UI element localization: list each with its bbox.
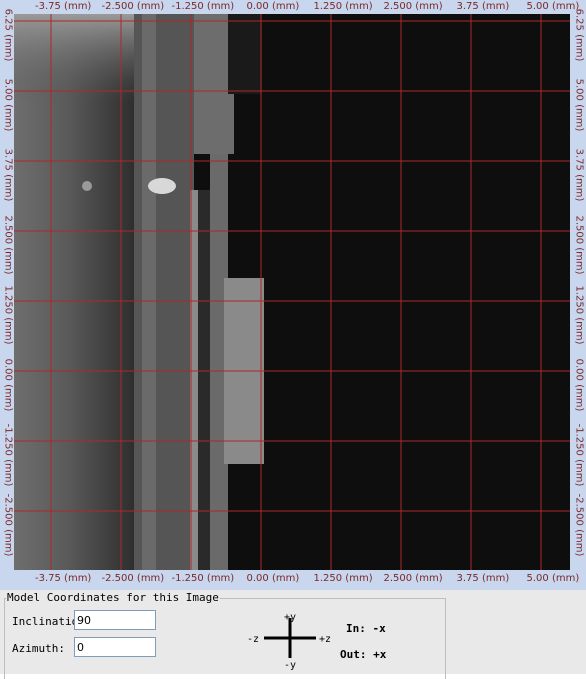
left-tick-label: -1.250 (mm)	[1, 423, 13, 487]
left-tick-label: 6.25 (mm)	[1, 8, 13, 62]
image-viewer[interactable]: -3.75 (mm) -2.500 (mm) -1.250 (mm) 0.00 (mm…	[0, 0, 586, 590]
left-tick-label: 3.75 (mm)	[1, 148, 13, 202]
group-title: Model Coordinates for this Image	[6, 591, 220, 604]
azimuth-label: Azimuth:	[12, 642, 65, 655]
bottom-tick-label: 3.75 (mm)	[456, 573, 510, 584]
bottom-tick-label: -3.75 (mm)	[35, 573, 92, 584]
model-coordinates-panel: Model Coordinates for this Image Inclina…	[0, 590, 586, 679]
top-tick-label: 0.00 (mm)	[246, 1, 300, 12]
axis-left-label: -z	[247, 634, 260, 645]
bottom-tick-label: -1.250 (mm)	[171, 573, 235, 584]
out-direction-text: Out: +x	[340, 648, 387, 661]
bottom-tick-label: 2.500 (mm)	[383, 573, 443, 584]
top-tick-label: 3.75 (mm)	[456, 1, 510, 12]
right-tick-label: -2.500 (mm)	[572, 493, 584, 557]
axis-right-label: +z	[319, 634, 332, 645]
top-tick-label: 2.500 (mm)	[383, 1, 443, 12]
right-tick-label: 3.75 (mm)	[572, 148, 584, 202]
top-tick-label: 5.00 (mm)	[526, 1, 580, 12]
right-tick-label: 5.00 (mm)	[572, 78, 584, 132]
grid-overlay	[14, 14, 570, 570]
bottom-tick-label: 5.00 (mm)	[526, 573, 580, 584]
microscope-image[interactable]	[14, 14, 570, 570]
in-direction-text: In: -x	[346, 622, 386, 635]
top-tick-label: -1.250 (mm)	[171, 1, 235, 12]
bottom-tick-label: -2.500 (mm)	[101, 573, 165, 584]
bottom-tick-label: 0.00 (mm)	[246, 573, 300, 584]
axis-down-label: -y	[284, 660, 297, 671]
left-tick-label: 2.500 (mm)	[2, 215, 14, 275]
left-tick-label: 0.00 (mm)	[1, 358, 13, 412]
bottom-tick-label: 1.250 (mm)	[313, 573, 373, 584]
right-tick-label: 0.00 (mm)	[572, 358, 584, 412]
right-tick-label: 2.500 (mm)	[573, 215, 585, 275]
coordinates-group	[4, 598, 446, 679]
top-tick-label: -3.75 (mm)	[35, 1, 92, 12]
top-tick-label: 1.250 (mm)	[313, 1, 373, 12]
left-tick-label: 5.00 (mm)	[1, 78, 13, 132]
right-tick-label: -1.250 (mm)	[572, 423, 584, 487]
right-tick-label: 1.250 (mm)	[573, 285, 585, 345]
right-tick-label: 6.25 (mm)	[572, 8, 584, 62]
left-tick-label: 1.250 (mm)	[2, 285, 14, 345]
axis-up-label: +y	[284, 612, 297, 623]
left-tick-label: -2.500 (mm)	[1, 493, 13, 557]
top-tick-label: -2.500 (mm)	[101, 1, 165, 12]
azimuth-input[interactable]	[74, 637, 156, 657]
inclination-input[interactable]	[74, 610, 156, 630]
